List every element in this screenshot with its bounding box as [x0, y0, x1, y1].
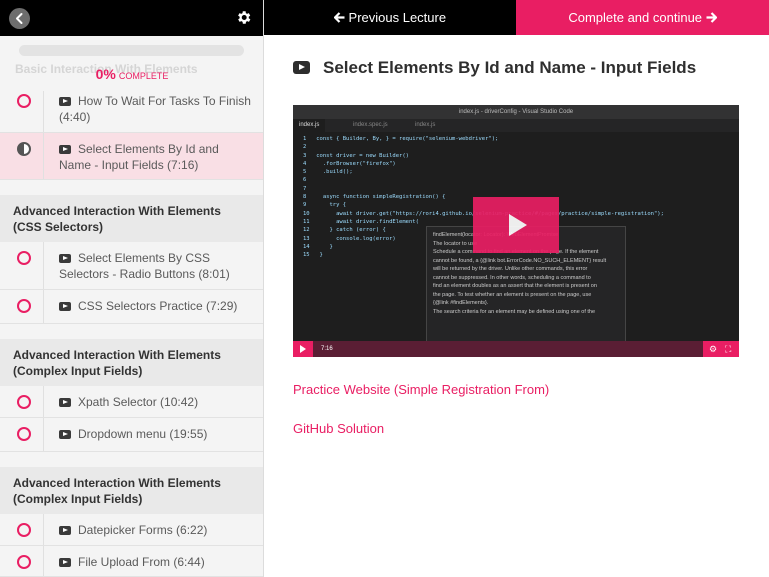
tooltip-line: will be returned by the driver. Unlike o… [433, 266, 588, 272]
lesson-item[interactable]: Select Elements By CSS Selectors - Radio… [0, 242, 263, 290]
gear-icon [238, 11, 251, 24]
complete-continue-label: Complete and continue [568, 10, 703, 25]
editor-tab: index.spec.js [353, 122, 388, 128]
code-line: 7 [303, 185, 307, 192]
video-controls: 7:16 ⚙ ⛶ [293, 341, 739, 357]
lecture-nav-bar: Previous Lecture Complete and continue [264, 0, 769, 35]
code-line: 3 const driver = new Builder() [303, 152, 409, 159]
editor-window-title: index.js - driverConfig - Visual Studio … [293, 105, 739, 119]
editor-tab: index.js [415, 122, 436, 128]
practice-website-link[interactable]: Practice Website (Simple Registration Fr… [293, 382, 549, 397]
back-button[interactable] [9, 8, 30, 29]
previous-lecture-button[interactable]: Previous Lecture [264, 0, 516, 35]
lesson-incomplete-icon[interactable] [17, 94, 31, 108]
fullscreen-icon[interactable]: ⛶ [725, 343, 731, 355]
arrow-left-icon [333, 12, 345, 23]
progress-percent: 0% [95, 66, 116, 82]
video-icon [293, 61, 310, 74]
lesson-name: CSS Selectors Practice (7:29) [78, 299, 238, 313]
lesson-item[interactable]: Xpath Selector (10:42) [0, 386, 263, 418]
lesson-item[interactable]: Dropdown menu (19:55) [0, 418, 263, 452]
video-controls-right: ⚙ ⛶ [703, 341, 739, 357]
lesson-item[interactable]: CSS Selectors Practice (7:29) [0, 290, 263, 324]
lesson-item-active[interactable]: Select Elements By Id and Name - Input F… [0, 133, 263, 180]
tooltip-line: The search criteria for an element may b… [433, 308, 596, 315]
progress-text: 0% COMPLETE [0, 66, 263, 84]
divider [43, 418, 44, 451]
code-line: 4 .forBrowser("firefox") [303, 160, 396, 167]
editor-tab: index.js [293, 119, 326, 132]
previous-lecture-label: Previous Lecture [348, 10, 447, 25]
lesson-incomplete-icon[interactable] [17, 299, 31, 313]
lesson-incomplete-icon[interactable] [17, 251, 31, 265]
tooltip-line: {@link #findElements}. [433, 300, 489, 306]
github-solution-link[interactable]: GitHub Solution [293, 421, 384, 436]
play-button[interactable] [293, 341, 313, 357]
tooltip-line: find an element doubles as an assert tha… [433, 283, 597, 289]
section-header: Advanced Interaction With Elements (Comp… [0, 339, 263, 386]
lesson-name: Select Elements By CSS Selectors - Radio… [59, 251, 230, 281]
settings-icon[interactable]: ⚙ [709, 343, 717, 355]
section-header: Advanced Interaction With Elements (Comp… [0, 467, 263, 514]
lesson-name: Dropdown menu (19:55) [78, 427, 208, 441]
lesson-name: File Upload From (6:44) [78, 555, 205, 569]
progress-label: COMPLETE [118, 71, 169, 81]
progress-bar [19, 45, 244, 56]
divider [43, 242, 44, 289]
divider [43, 546, 44, 576]
lesson-item[interactable]: File Upload From (6:44) [0, 546, 263, 577]
complete-continue-button[interactable]: Complete and continue [516, 0, 769, 35]
big-play-button[interactable] [473, 197, 559, 253]
lesson-item[interactable]: Datepicker Forms (6:22) [0, 514, 263, 546]
divider [43, 514, 44, 545]
lesson-incomplete-icon[interactable] [17, 555, 31, 569]
divider [43, 386, 44, 417]
chevron-left-icon [16, 13, 23, 24]
tooltip-line: the page. To test whether an element is … [433, 291, 592, 298]
lesson-item[interactable]: How To Wait For Tasks To Finish (4:40) [0, 91, 263, 133]
divider [43, 133, 44, 179]
code-line: 2 [303, 144, 307, 151]
lesson-incomplete-icon[interactable] [17, 427, 31, 441]
course-player: Basic Interaction With Elements 0% COMPLE… [0, 0, 769, 577]
video-player[interactable]: index.js - driverConfig - Visual Studio … [293, 105, 739, 357]
sidebar-header [0, 0, 263, 36]
course-progress: Basic Interaction With Elements 0% COMPLE… [0, 36, 263, 91]
editor-tabs: index.js index.spec.js index.js [293, 119, 739, 132]
curriculum-sidebar: Basic Interaction With Elements 0% COMPLE… [0, 0, 264, 577]
section-header: Advanced Interaction With Elements (CSS … [0, 195, 263, 242]
tooltip-line: cannot be found, a {@link bot.ErrorCode.… [433, 257, 607, 264]
code-line: 6 [303, 177, 307, 184]
lesson-name: Select Elements By Id and Name - Input F… [59, 142, 219, 172]
arrow-right-icon [706, 12, 717, 23]
lesson-in-progress-icon[interactable] [17, 142, 31, 156]
lesson-incomplete-icon[interactable] [17, 395, 31, 409]
tooltip-line: cannot be suppressed. In other words, sc… [433, 274, 591, 281]
video-time: 7:16 [321, 346, 333, 352]
divider [43, 290, 44, 323]
lesson-name: Datepicker Forms (6:22) [78, 523, 208, 537]
lesson-name: Xpath Selector (10:42) [78, 395, 199, 409]
lesson-incomplete-icon[interactable] [17, 523, 31, 537]
lecture-title: Select Elements By Id and Name - Input F… [323, 58, 697, 77]
code-line: 1 const { Builder, By, } = require("sele… [303, 136, 499, 142]
code-line: 5 .build(); [303, 169, 353, 176]
settings-button[interactable] [235, 9, 252, 26]
divider [43, 91, 44, 132]
lesson-name: How To Wait For Tasks To Finish (4:40) [59, 94, 251, 124]
